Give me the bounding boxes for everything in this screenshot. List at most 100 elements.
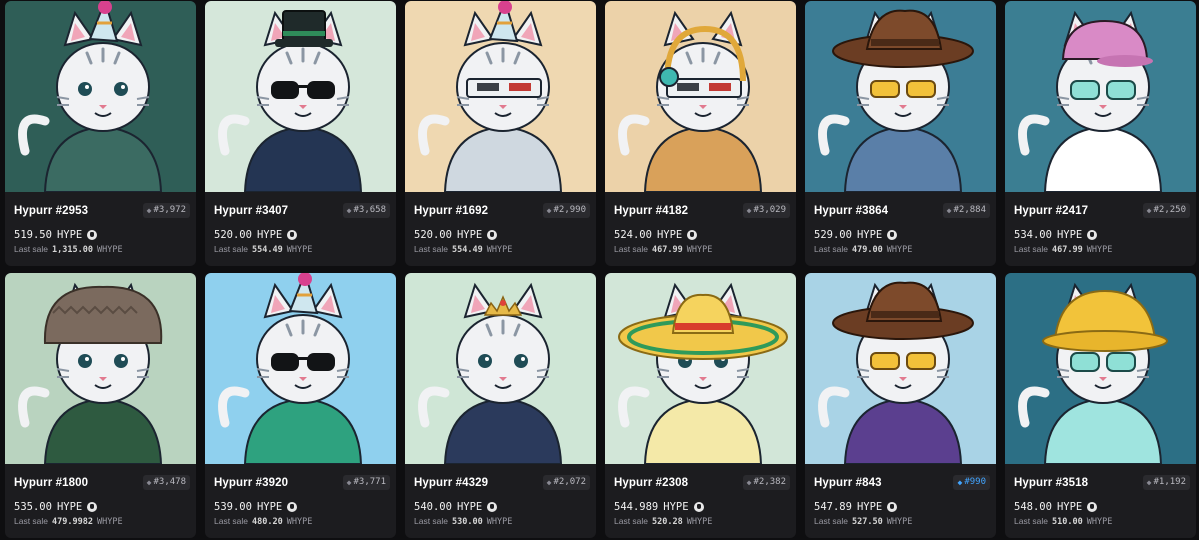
listing-price: 548.00 HYPE [1014, 501, 1098, 513]
nft-image[interactable] [205, 1, 396, 192]
price-currency: HYPE [56, 229, 83, 241]
price-currency: HYPE [663, 501, 689, 513]
last-sale-value: 554.49 [452, 245, 483, 255]
nft-info: Hypurr #1800 ◆ #3,478 535.00 HYPE Last sale 47… [5, 464, 196, 538]
price-currency: HYPE [1056, 229, 1083, 241]
rarity-rank-badge: ◆ #3,972 [142, 203, 190, 218]
price-value: 534.00 [1014, 229, 1052, 241]
nft-image[interactable] [405, 273, 596, 464]
nft-card[interactable]: Hypurr #1800 ◆ #3,478 535.00 HYPE Last sale 47… [5, 273, 196, 538]
last-sale-label: Last sale [1014, 516, 1049, 526]
last-sale-currency: WHYPE [1086, 517, 1113, 527]
nft-name: Hypurr #3407 [214, 205, 289, 217]
nft-card[interactable]: Hypurr #3407 ◆ #3,658 520.00 HYPE Last sale 55… [205, 1, 396, 266]
rarity-rank-badge: ◆ #2,382 [742, 475, 790, 490]
rarity-rank: #2,382 [753, 477, 786, 487]
price-value: 548.00 [1014, 501, 1052, 513]
diamond-icon: ◆ [346, 206, 352, 215]
nft-image[interactable] [5, 1, 196, 192]
nft-card[interactable]: Hypurr #3920 ◆ #3,771 539.00 HYPE Last sale 48… [205, 273, 396, 538]
nft-image[interactable] [205, 273, 396, 464]
listing-price: 544.989 HYPE [614, 501, 704, 513]
nft-card[interactable]: Hypurr #3864 ◆ #2,884 529.00 HYPE Last sale 47… [805, 1, 996, 266]
last-sale: Last sale 527.50 WHYPE [814, 516, 912, 527]
hype-coin-icon [693, 502, 704, 512]
rarity-rank-badge: ◆ #3,029 [742, 203, 790, 218]
rarity-rank: #2,990 [553, 205, 586, 215]
price-currency: HYPE [456, 501, 483, 513]
price-currency: HYPE [256, 501, 283, 513]
nft-name: Hypurr #3864 [814, 205, 889, 217]
last-sale-value: 467.99 [652, 245, 683, 255]
nft-card[interactable]: Hypurr #4329 ◆ #2,072 540.00 HYPE Last sale 53… [405, 273, 596, 538]
last-sale: Last sale 554.49 WHYPE [214, 244, 312, 255]
nft-image[interactable] [605, 1, 796, 192]
nft-name: Hypurr #2308 [614, 477, 689, 489]
rarity-rank-badge: ◆ #990 [953, 475, 990, 490]
hype-coin-icon [487, 502, 498, 512]
price-value: 544.989 [614, 501, 659, 513]
nft-card[interactable]: Hypurr #3518 ◆ #1,192 548.00 HYPE Last sale 51… [1005, 273, 1196, 538]
hype-coin-icon [287, 230, 298, 240]
listing-price: 547.89 HYPE [814, 501, 898, 513]
diamond-icon: ◆ [746, 206, 752, 215]
nft-card[interactable]: Hypurr #843 ◆ #990 547.89 HYPE Last sale 527.5… [805, 273, 996, 538]
nft-name: Hypurr #2417 [1014, 205, 1089, 217]
listing-price: 524.00 HYPE [614, 229, 698, 241]
last-sale-value: 520.28 [652, 517, 683, 527]
hype-coin-icon [87, 502, 98, 512]
last-sale-currency: WHYPE [486, 517, 513, 527]
hype-coin-icon [1087, 502, 1098, 512]
nft-info: Hypurr #2417 ◆ #2,250 534.00 HYPE Last sale 46… [1005, 192, 1196, 266]
rarity-rank: #1,192 [1153, 477, 1186, 487]
hype-coin-icon [1087, 230, 1098, 240]
diamond-icon: ◆ [346, 478, 352, 487]
nft-image[interactable] [5, 273, 196, 464]
last-sale-value: 467.99 [1052, 245, 1083, 255]
listing-price: 535.00 HYPE [14, 501, 98, 513]
nft-card[interactable]: Hypurr #2308 ◆ #2,382 544.989 HYPE Last sale 5… [605, 273, 796, 538]
nft-info: Hypurr #3407 ◆ #3,658 520.00 HYPE Last sale 55… [205, 192, 396, 266]
diamond-icon: ◆ [1146, 478, 1152, 487]
price-currency: HYPE [56, 501, 83, 513]
diamond-icon: ◆ [146, 206, 152, 215]
nft-image[interactable] [1005, 1, 1196, 192]
nft-card[interactable]: Hypurr #4182 ◆ #3,029 524.00 HYPE Last sale 46… [605, 1, 796, 266]
listing-price: 520.00 HYPE [414, 229, 498, 241]
rarity-rank-badge: ◆ #3,658 [342, 203, 390, 218]
last-sale-currency: WHYPE [286, 517, 313, 527]
price-value: 540.00 [414, 501, 452, 513]
nft-info: Hypurr #2953 ◆ #3,972 519.50 HYPE Last sale 1,… [5, 192, 196, 266]
nft-info: Hypurr #2308 ◆ #2,382 544.989 HYPE Last sale 5… [605, 464, 796, 538]
last-sale: Last sale 480.20 WHYPE [214, 516, 312, 527]
rarity-rank: #3,478 [153, 477, 186, 487]
nft-image[interactable] [805, 273, 996, 464]
hype-coin-icon [887, 502, 898, 512]
diamond-icon: ◆ [746, 478, 752, 487]
nft-image[interactable] [605, 273, 796, 464]
price-value: 520.00 [414, 229, 452, 241]
nft-card[interactable]: Hypurr #2953 ◆ #3,972 519.50 HYPE Last sale 1,… [5, 1, 196, 266]
nft-name: Hypurr #3920 [214, 477, 289, 489]
nft-image[interactable] [805, 1, 996, 192]
rarity-rank-badge: ◆ #2,072 [542, 475, 590, 490]
nft-info: Hypurr #3864 ◆ #2,884 529.00 HYPE Last sale 47… [805, 192, 996, 266]
listing-price: 520.00 HYPE [214, 229, 298, 241]
last-sale-currency: WHYPE [886, 245, 913, 255]
nft-info: Hypurr #3518 ◆ #1,192 548.00 HYPE Last sale 51… [1005, 464, 1196, 538]
nft-image[interactable] [1005, 273, 1196, 464]
hype-coin-icon [487, 230, 498, 240]
nft-info: Hypurr #1692 ◆ #2,990 520.00 HYPE Last sale 55… [405, 192, 596, 266]
price-value: 529.00 [814, 229, 852, 241]
last-sale-label: Last sale [1014, 244, 1049, 254]
listing-price: 534.00 HYPE [1014, 229, 1098, 241]
nft-card[interactable]: Hypurr #2417 ◆ #2,250 534.00 HYPE Last sale 46… [1005, 1, 1196, 266]
last-sale-currency: WHYPE [1086, 245, 1113, 255]
last-sale-label: Last sale [814, 516, 849, 526]
nft-image[interactable] [405, 1, 596, 192]
diamond-icon: ◆ [546, 206, 552, 215]
diamond-icon: ◆ [946, 206, 952, 215]
last-sale: Last sale 1,315.00 WHYPE [14, 244, 123, 255]
last-sale-label: Last sale [14, 244, 49, 254]
nft-card[interactable]: Hypurr #1692 ◆ #2,990 520.00 HYPE Last sale 55… [405, 1, 596, 266]
